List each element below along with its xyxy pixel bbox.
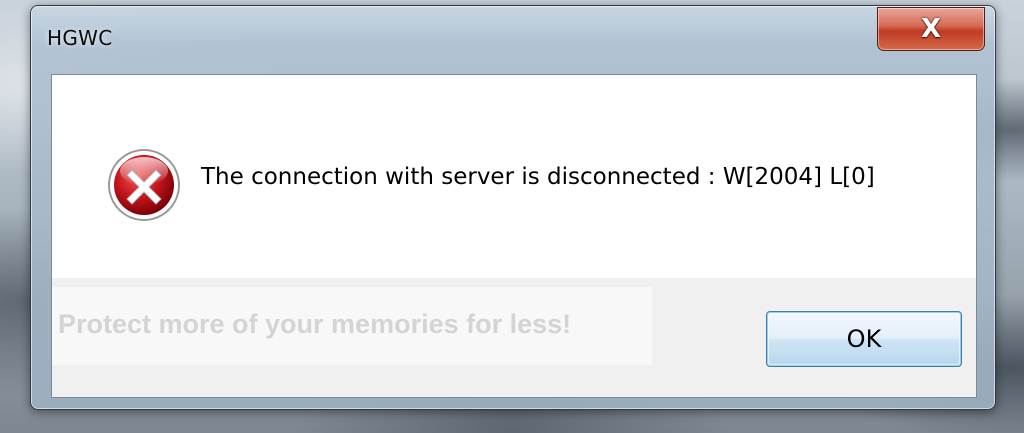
watermark-text: Protect more of your memories for less! — [58, 309, 572, 339]
window-title: HGWC — [47, 26, 113, 50]
dialog-window: HGWC X The connection with server is dis… — [30, 5, 996, 410]
error-icon — [108, 149, 180, 221]
error-message: The connection with server is disconnect… — [201, 164, 875, 190]
dialog-content: The connection with server is disconnect… — [51, 74, 977, 398]
ok-button[interactable]: OK — [766, 311, 962, 367]
close-button[interactable]: X — [877, 7, 985, 51]
watermark-overlay: Protect more of your memories for less! — [52, 287, 652, 365]
close-icon: X — [920, 14, 942, 44]
